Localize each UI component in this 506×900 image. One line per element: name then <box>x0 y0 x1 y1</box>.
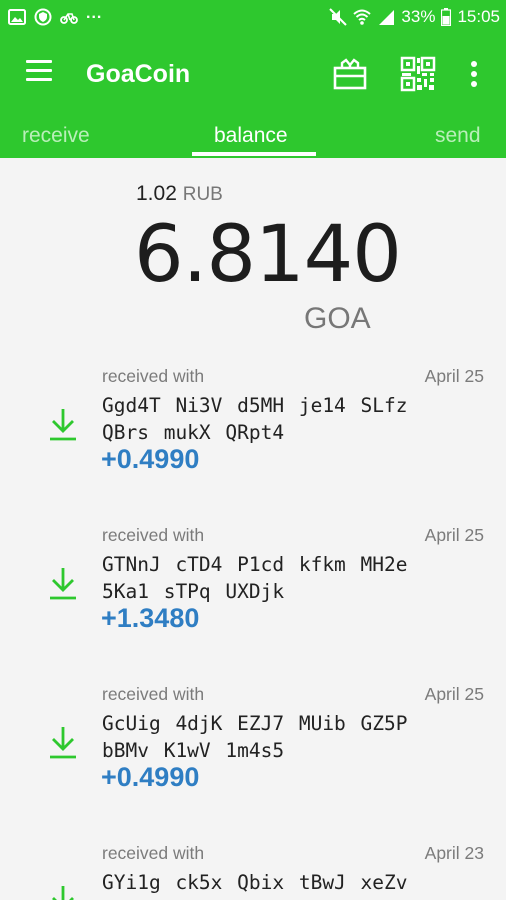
transaction-date: April 25 <box>424 366 484 386</box>
wifi-icon <box>353 9 372 25</box>
gift-icon[interactable] <box>332 56 368 92</box>
download-arrow-icon <box>52 886 74 900</box>
transaction-address: GcUig 4djK EZJ7 MUib GZ5P bBMv K1wV 1m4s… <box>102 712 408 762</box>
signal-icon <box>379 10 395 25</box>
transaction-type: received with <box>102 525 205 545</box>
mute-icon <box>329 8 348 26</box>
transaction-date: April 25 <box>424 684 484 704</box>
local-balance-value: 1.02 <box>136 182 177 205</box>
transaction-row[interactable]: received with April 25 GcUig 4djK EZJ7 M… <box>0 684 506 842</box>
transaction-address: GTNnJ cTD4 P1cd kfkm MH2e 5Ka1 sTPq UXDj… <box>102 553 408 603</box>
overflow-menu-icon[interactable] <box>462 56 486 92</box>
transaction-type: received with <box>102 366 205 386</box>
system-indicators: 33% 15:05 <box>329 7 500 27</box>
coin-unit: GOA <box>304 302 371 335</box>
transaction-address: Ggd4T Ni3V d5MH je14 SLfz QBrs mukX QRpt… <box>102 394 408 444</box>
tab-send[interactable]: send <box>435 124 481 148</box>
active-tab-indicator <box>192 152 316 156</box>
transaction-type: received with <box>102 843 205 863</box>
transaction-address: GYi1g ck5x Qbix tBwJ xeZv <box>102 871 408 894</box>
transaction-row[interactable]: received with April 25 Ggd4T Ni3V d5MH j… <box>0 366 506 524</box>
transaction-row[interactable]: received with April 23 GYi1g ck5x Qbix t… <box>0 843 506 900</box>
more-notifications: ... <box>86 5 103 22</box>
notification-icons: ... <box>8 5 103 26</box>
tab-bar: receive balance send <box>0 118 506 158</box>
local-currency-code: RUB <box>182 184 223 205</box>
transaction-amount: +1.3480 <box>101 603 200 633</box>
coin-balance: 6.8140 <box>134 210 402 300</box>
shield-icon <box>34 8 52 26</box>
bicycle-icon <box>60 13 78 24</box>
transaction-type: received with <box>102 684 205 704</box>
clock: 15:05 <box>457 7 500 26</box>
download-arrow-icon <box>50 568 76 600</box>
transaction-date: April 23 <box>424 843 484 863</box>
download-arrow-icon <box>50 409 76 441</box>
qr-code-icon[interactable] <box>400 56 436 92</box>
app-toolbar: GoaCoin <box>0 36 506 118</box>
gallery-icon <box>8 9 26 25</box>
battery-icon <box>441 8 452 26</box>
battery-percent: 33% <box>401 7 436 26</box>
tab-balance[interactable]: balance <box>214 124 288 148</box>
tab-receive[interactable]: receive <box>22 124 90 148</box>
status-bar: ... 33% 15:05 <box>0 0 506 36</box>
app-title: GoaCoin <box>86 60 191 88</box>
menu-icon[interactable] <box>26 60 54 84</box>
transaction-date: April 25 <box>424 525 484 545</box>
transaction-amount: +0.4990 <box>101 444 200 474</box>
transaction-amount: +0.4990 <box>101 762 200 792</box>
local-currency-balance: 1.02 RUB <box>136 182 223 206</box>
transaction-row[interactable]: received with April 25 GTNnJ cTD4 P1cd k… <box>0 525 506 683</box>
download-arrow-icon <box>50 727 76 759</box>
